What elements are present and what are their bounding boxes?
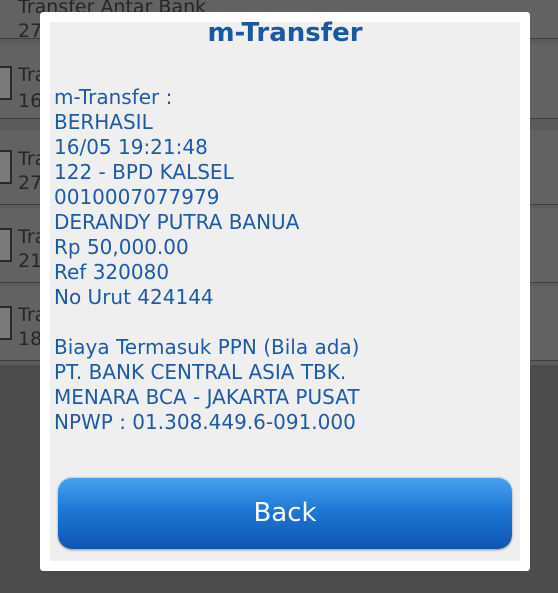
document-icon bbox=[0, 228, 12, 262]
back-button[interactable]: Back bbox=[58, 477, 512, 549]
detail-reference: Ref 320080 bbox=[54, 260, 170, 284]
list-item-subtitle: 27 bbox=[18, 20, 43, 42]
detail-status: BERHASIL bbox=[54, 110, 153, 134]
bank-name: PT. BANK CENTRAL ASIA TBK. bbox=[54, 360, 347, 384]
detail-sequence-number: No Urut 424144 bbox=[54, 285, 214, 309]
screen: Transfer Antar Bank 27 Tra 16 Tra 27 Tra… bbox=[0, 0, 558, 593]
detail-account-number: 0010007077979 bbox=[54, 185, 220, 209]
list-item-subtitle: 16 bbox=[18, 90, 43, 112]
dialog-title: m-Transfer bbox=[207, 18, 363, 48]
detail-header: m-Transfer : bbox=[54, 85, 173, 109]
detail-bank: 122 - BPD KALSEL bbox=[54, 160, 234, 184]
document-icon bbox=[0, 150, 12, 184]
document-icon bbox=[0, 306, 12, 340]
list-item-subtitle: 27 bbox=[18, 172, 43, 194]
list-item-subtitle: 21 bbox=[18, 250, 43, 272]
transfer-details: m-Transfer : BERHASIL 16/05 19:21:48 122… bbox=[54, 85, 514, 435]
fee-note: Biaya Termasuk PPN (Bila ada) bbox=[54, 335, 360, 359]
bank-npwp: NPWP : 01.308.449.6-091.000 bbox=[54, 410, 356, 434]
bank-address: MENARA BCA - JAKARTA PUSAT bbox=[54, 385, 360, 409]
transfer-result-dialog: m-Transfer m-Transfer : BERHASIL 16/05 1… bbox=[40, 12, 530, 571]
list-item-subtitle: 18 bbox=[18, 328, 43, 350]
document-icon bbox=[0, 66, 12, 100]
detail-amount: Rp 50,000.00 bbox=[54, 235, 189, 259]
detail-recipient-name: DERANDY PUTRA BANUA bbox=[54, 210, 300, 234]
detail-datetime: 16/05 19:21:48 bbox=[54, 135, 208, 159]
